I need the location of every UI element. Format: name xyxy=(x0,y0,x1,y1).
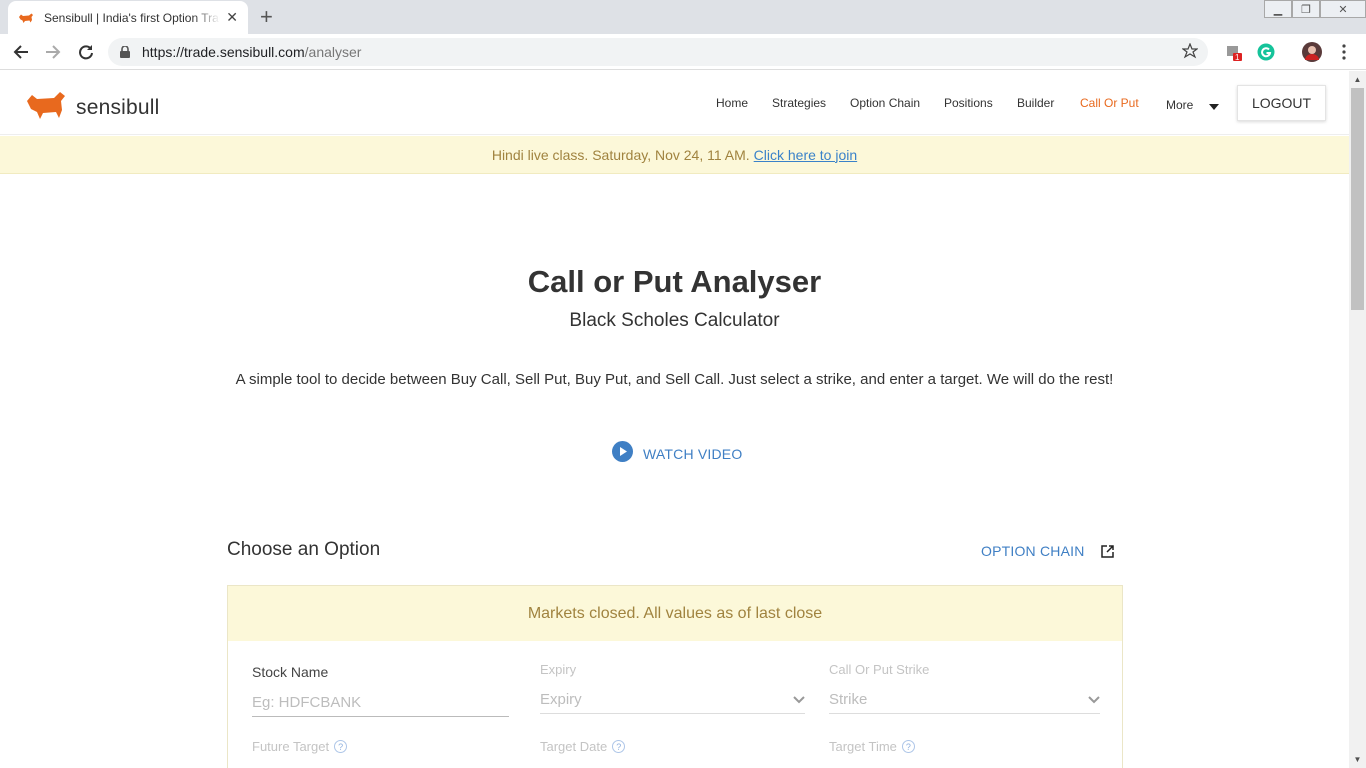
chevron-down-icon xyxy=(793,691,805,708)
profile-avatar[interactable] xyxy=(1302,42,1322,62)
restore-icon[interactable]: ❐ xyxy=(1292,0,1320,18)
logout-button[interactable]: LOGOUT xyxy=(1237,85,1326,121)
logo[interactable]: sensibull xyxy=(24,89,160,126)
page-subtitle: Black Scholes Calculator xyxy=(569,310,780,331)
window-close-icon[interactable]: ✕ xyxy=(1320,0,1366,18)
target-date-label: Target Date ? xyxy=(540,739,626,754)
target-date-label-text: Target Date xyxy=(540,739,608,754)
nav-more-label: More xyxy=(1166,98,1194,112)
watch-video-label: WATCH VIDEO xyxy=(643,446,743,462)
page-title: Call or Put Analyser xyxy=(527,264,822,299)
scroll-up-icon[interactable]: ▲ xyxy=(1349,71,1366,88)
scrollbar-thumb[interactable] xyxy=(1351,88,1364,310)
extension-puzzle-icon[interactable]: 1 xyxy=(1224,42,1244,62)
future-target-field: Future Target ? xyxy=(252,739,348,754)
future-target-label: Future Target ? xyxy=(252,739,348,754)
option-form-card: Markets closed. All values as of last cl… xyxy=(227,585,1123,768)
nav-strategies[interactable]: Strategies xyxy=(772,96,826,110)
option-chain-link[interactable]: OPTION CHAIN xyxy=(981,543,1114,559)
banner-text: Hindi live class. Saturday, Nov 24, 11 A… xyxy=(491,146,750,163)
url-text: https://trade.sensibull.com/analyser xyxy=(142,44,361,60)
expiry-value: Expiry xyxy=(540,691,582,708)
strike-field: Call Or Put Strike Strike xyxy=(829,662,1100,714)
help-icon[interactable]: ? xyxy=(334,740,348,753)
url-host: https://trade.sensibull.com xyxy=(142,44,305,60)
market-closed-notice: Markets closed. All values as of last cl… xyxy=(228,586,1122,641)
tab-title: Sensibull | India's first Option Trading… xyxy=(44,10,220,25)
nav-home[interactable]: Home xyxy=(716,96,748,110)
nav-positions[interactable]: Positions xyxy=(944,96,993,110)
live-class-banner: Hindi live class. Saturday, Nov 24, 11 A… xyxy=(0,136,1349,174)
stock-name-placeholder: Eg: HDFCBANK xyxy=(252,694,362,711)
help-icon[interactable]: ? xyxy=(612,740,626,753)
stock-name-label: Stock Name xyxy=(252,664,329,680)
url-path: /analyser xyxy=(304,44,362,60)
page-description: A simple tool to decide between Buy Call… xyxy=(235,371,1114,388)
browser-toolbar: https://trade.sensibull.com/analyser 1 xyxy=(0,34,1366,70)
nav-option-chain[interactable]: Option Chain xyxy=(850,96,920,110)
sensibull-favicon-icon xyxy=(18,10,34,26)
option-chain-label: OPTION CHAIN xyxy=(981,543,1085,559)
grammarly-icon[interactable] xyxy=(1256,42,1276,62)
scroll-down-icon[interactable]: ▼ xyxy=(1349,751,1366,768)
banner-join-link[interactable]: Click here to join xyxy=(754,147,858,163)
minimize-icon[interactable]: ▁ xyxy=(1264,0,1292,18)
tab-close-icon[interactable]: ✕ xyxy=(226,9,238,26)
target-time-field: Target Time ? xyxy=(829,739,915,754)
nav-more[interactable]: More xyxy=(1166,98,1219,113)
future-target-label-text: Future Target xyxy=(252,739,330,754)
browser-tabstrip: Sensibull | India's first Option Trading… xyxy=(0,0,1366,34)
lock-icon xyxy=(120,45,132,59)
strike-select[interactable]: Strike xyxy=(829,686,1100,714)
nav-call-or-put[interactable]: Call Or Put xyxy=(1080,96,1139,110)
strike-value: Strike xyxy=(829,691,868,708)
brand-name: sensibull xyxy=(76,95,160,119)
nav-builder[interactable]: Builder xyxy=(1017,96,1054,110)
target-time-label: Target Time ? xyxy=(829,739,915,754)
address-bar[interactable]: https://trade.sensibull.com/analyser xyxy=(108,38,1208,66)
external-link-icon xyxy=(1100,544,1114,558)
browser-tab[interactable]: Sensibull | India's first Option Trading… xyxy=(8,1,248,34)
expiry-field: Expiry Expiry xyxy=(540,662,805,714)
new-tab-icon[interactable]: + xyxy=(260,4,273,30)
forward-icon[interactable] xyxy=(42,41,64,63)
target-date-field: Target Date ? xyxy=(540,739,626,754)
browser-menu-icon[interactable] xyxy=(1334,42,1354,62)
stock-name-input[interactable]: Eg: HDFCBANK xyxy=(252,689,509,717)
expiry-select[interactable]: Expiry xyxy=(540,686,805,714)
caret-down-icon xyxy=(1208,99,1219,113)
back-icon[interactable] xyxy=(10,41,32,63)
target-time-label-text: Target Time xyxy=(829,739,897,754)
bookmark-star-icon[interactable] xyxy=(1181,42,1199,64)
site-header: sensibull Home Strategies Option Chain P… xyxy=(0,71,1349,135)
window-controls: ▁ ❐ ✕ xyxy=(1264,0,1366,18)
page-scrollbar[interactable]: ▲ ▼ xyxy=(1349,71,1366,768)
help-icon[interactable]: ? xyxy=(901,740,915,753)
extension-badge: 1 xyxy=(1235,53,1240,62)
play-circle-icon xyxy=(612,441,633,467)
bull-logo-icon xyxy=(24,89,68,126)
chevron-down-icon xyxy=(1088,691,1100,708)
reload-icon[interactable] xyxy=(75,41,97,63)
section-title: Choose an Option xyxy=(227,539,381,560)
watch-video-link[interactable]: WATCH VIDEO xyxy=(612,441,742,467)
stock-name-field: Stock Name Eg: HDFCBANK xyxy=(252,664,509,717)
expiry-label: Expiry xyxy=(540,662,577,677)
strike-label: Call Or Put Strike xyxy=(829,662,930,677)
